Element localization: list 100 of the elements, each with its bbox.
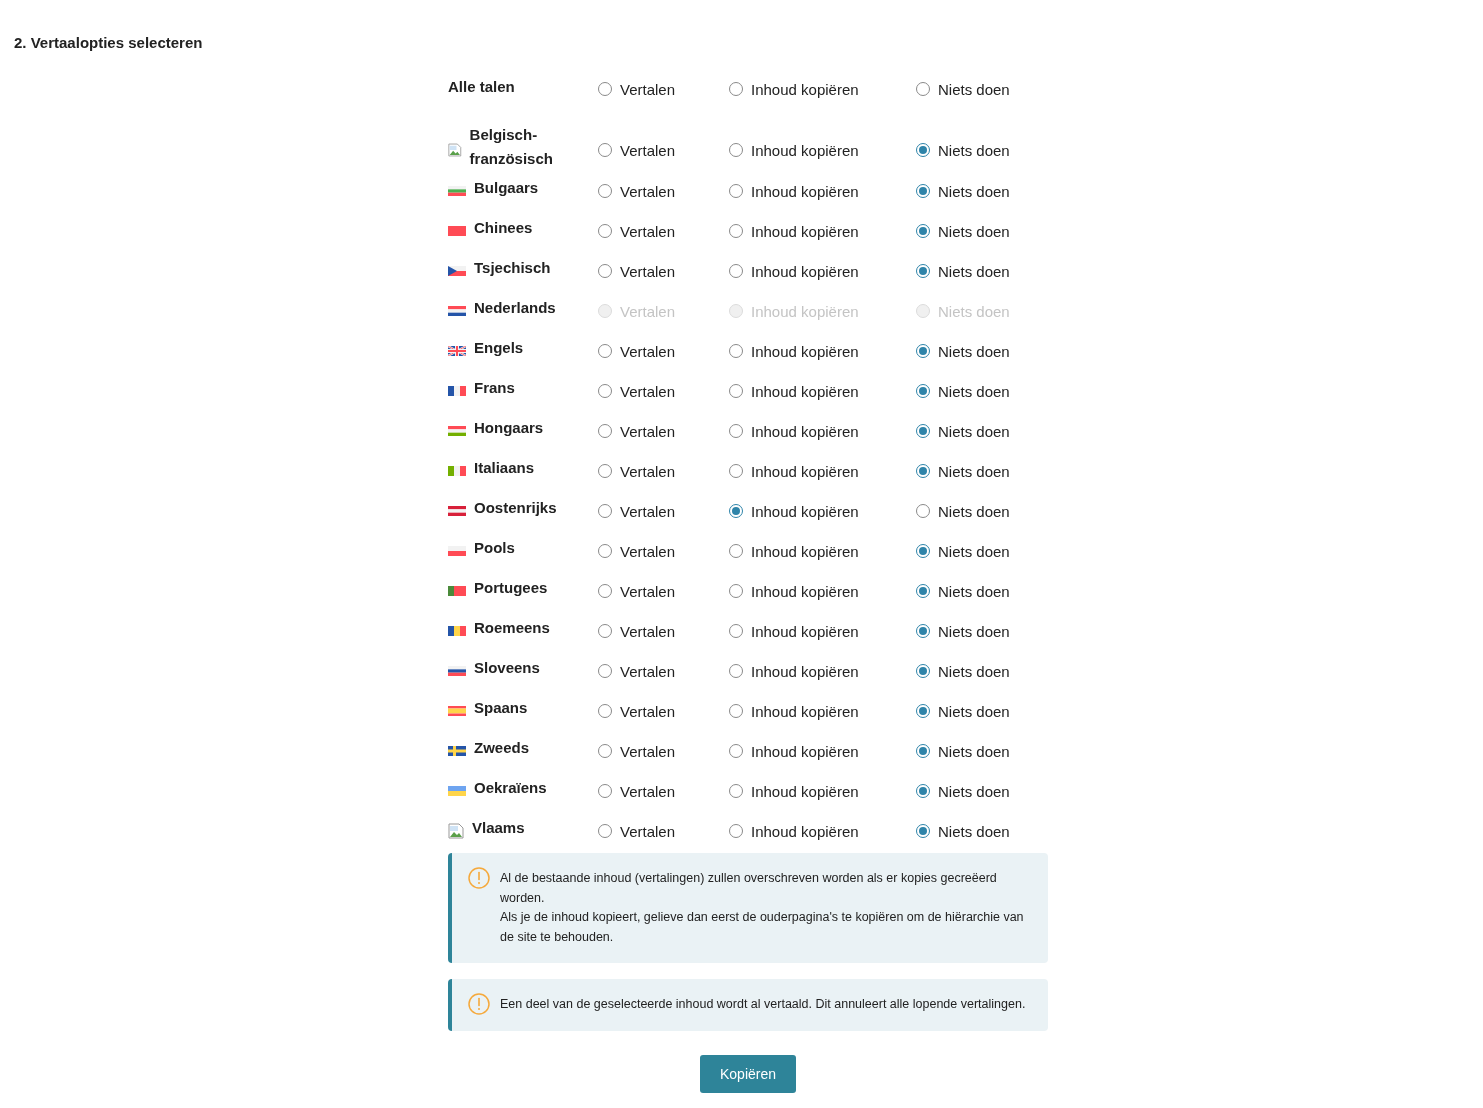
radio-button[interactable] — [916, 664, 930, 678]
radio-option[interactable]: Inhoud kopiëren — [729, 382, 859, 400]
radio-button[interactable] — [598, 464, 612, 478]
radio-option[interactable]: Vertalen — [598, 542, 676, 560]
radio-option[interactable]: Niets doen — [916, 182, 1010, 200]
radio-button[interactable] — [916, 504, 930, 518]
radio-button[interactable] — [729, 464, 743, 478]
radio-option[interactable]: Niets doen — [916, 702, 1010, 720]
radio-button[interactable] — [916, 384, 930, 398]
radio-option[interactable]: Niets doen — [916, 662, 1010, 680]
radio-button[interactable] — [598, 664, 612, 678]
radio-button[interactable] — [916, 82, 930, 96]
radio-option[interactable]: Vertalen — [598, 822, 676, 840]
radio-option[interactable]: Vertalen — [598, 502, 676, 520]
radio-button[interactable] — [598, 224, 612, 238]
radio-option[interactable]: Vertalen — [598, 462, 676, 480]
radio-option[interactable]: Niets doen — [916, 80, 1010, 98]
radio-button[interactable] — [598, 143, 612, 157]
radio-option[interactable]: Niets doen — [916, 542, 1010, 560]
radio-button[interactable] — [729, 704, 743, 718]
radio-button[interactable] — [916, 744, 930, 758]
radio-button[interactable] — [729, 744, 743, 758]
radio-button[interactable] — [916, 464, 930, 478]
radio-button[interactable] — [729, 224, 743, 238]
radio-option[interactable]: Niets doen — [916, 822, 1010, 840]
radio-option[interactable]: Inhoud kopiëren — [729, 141, 859, 159]
radio-option[interactable]: Niets doen — [916, 342, 1010, 360]
radio-button[interactable] — [729, 344, 743, 358]
radio-option[interactable]: Niets doen — [916, 382, 1010, 400]
radio-button[interactable] — [729, 544, 743, 558]
radio-option[interactable]: Vertalen — [598, 782, 676, 800]
radio-button[interactable] — [598, 504, 612, 518]
radio-button[interactable] — [598, 744, 612, 758]
radio-button[interactable] — [729, 384, 743, 398]
radio-button[interactable] — [916, 424, 930, 438]
radio-option[interactable]: Inhoud kopiëren — [729, 342, 859, 360]
radio-button[interactable] — [598, 784, 612, 798]
copy-button[interactable]: Kopiëren — [699, 1055, 796, 1093]
radio-button[interactable] — [729, 824, 743, 838]
radio-option[interactable]: Inhoud kopiëren — [729, 502, 859, 520]
radio-option[interactable]: Niets doen — [916, 582, 1010, 600]
radio-option[interactable]: Inhoud kopiëren — [729, 222, 859, 240]
radio-button[interactable] — [729, 82, 743, 96]
radio-button[interactable] — [598, 584, 612, 598]
radio-option[interactable]: Inhoud kopiëren — [729, 782, 859, 800]
radio-option[interactable]: Niets doen — [916, 462, 1010, 480]
radio-option[interactable]: Inhoud kopiëren — [729, 702, 859, 720]
radio-button[interactable] — [729, 504, 743, 518]
radio-option[interactable]: Inhoud kopiëren — [729, 80, 859, 98]
radio-button[interactable] — [916, 704, 930, 718]
radio-option[interactable]: Vertalen — [598, 422, 676, 440]
radio-option[interactable]: Inhoud kopiëren — [729, 182, 859, 200]
radio-option[interactable]: Vertalen — [598, 742, 676, 760]
radio-button[interactable] — [729, 784, 743, 798]
radio-button[interactable] — [916, 224, 930, 238]
radio-option[interactable]: Inhoud kopiëren — [729, 822, 859, 840]
radio-option[interactable]: Inhoud kopiëren — [729, 262, 859, 280]
radio-option[interactable]: Vertalen — [598, 622, 676, 640]
radio-option[interactable]: Niets doen — [916, 422, 1010, 440]
radio-button[interactable] — [916, 184, 930, 198]
radio-option[interactable]: Vertalen — [598, 182, 676, 200]
radio-button[interactable] — [729, 624, 743, 638]
radio-option[interactable]: Vertalen — [598, 141, 676, 159]
radio-option[interactable]: Vertalen — [598, 222, 676, 240]
radio-button[interactable] — [598, 544, 612, 558]
radio-button[interactable] — [598, 184, 612, 198]
radio-button[interactable] — [598, 384, 612, 398]
radio-button[interactable] — [598, 82, 612, 96]
radio-option[interactable]: Inhoud kopiëren — [729, 542, 859, 560]
radio-option[interactable]: Niets doen — [916, 141, 1010, 159]
radio-option[interactable]: Niets doen — [916, 502, 1010, 520]
radio-button[interactable] — [598, 704, 612, 718]
radio-option[interactable]: Niets doen — [916, 622, 1010, 640]
radio-button[interactable] — [729, 424, 743, 438]
radio-button[interactable] — [916, 824, 930, 838]
radio-button[interactable] — [729, 184, 743, 198]
radio-button[interactable] — [916, 624, 930, 638]
radio-button[interactable] — [916, 784, 930, 798]
radio-button[interactable] — [598, 624, 612, 638]
radio-button[interactable] — [598, 824, 612, 838]
radio-button[interactable] — [729, 664, 743, 678]
radio-button[interactable] — [916, 264, 930, 278]
radio-button[interactable] — [729, 143, 743, 157]
radio-option[interactable]: Inhoud kopiëren — [729, 422, 859, 440]
radio-button[interactable] — [598, 424, 612, 438]
radio-option[interactable]: Niets doen — [916, 222, 1010, 240]
radio-option[interactable]: Niets doen — [916, 742, 1010, 760]
radio-button[interactable] — [916, 584, 930, 598]
radio-button[interactable] — [916, 544, 930, 558]
radio-option[interactable]: Inhoud kopiëren — [729, 582, 859, 600]
radio-button[interactable] — [729, 264, 743, 278]
radio-button[interactable] — [916, 143, 930, 157]
radio-option[interactable]: Vertalen — [598, 342, 676, 360]
radio-option[interactable]: Vertalen — [598, 702, 676, 720]
radio-option[interactable]: Niets doen — [916, 782, 1010, 800]
radio-button[interactable] — [916, 344, 930, 358]
radio-option[interactable]: Vertalen — [598, 80, 676, 98]
radio-option[interactable]: Inhoud kopiëren — [729, 462, 859, 480]
radio-option[interactable]: Inhoud kopiëren — [729, 662, 859, 680]
radio-option[interactable]: Vertalen — [598, 262, 676, 280]
